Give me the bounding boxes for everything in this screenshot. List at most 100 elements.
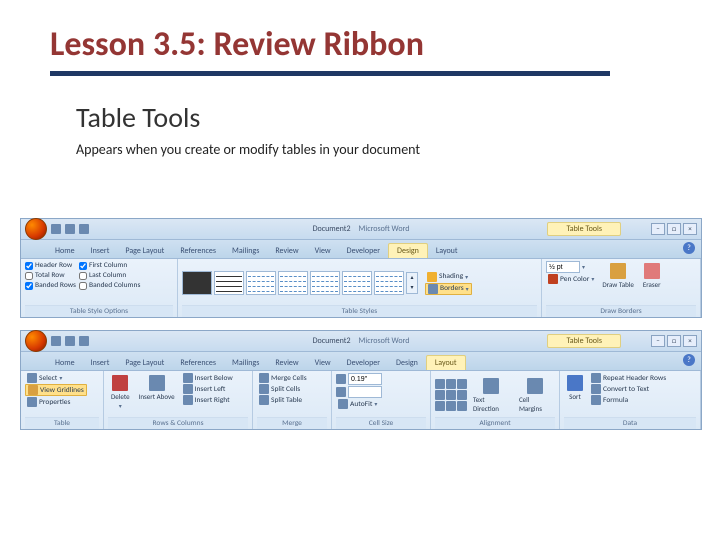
autofit-button[interactable]: AutoFit▾ (336, 399, 382, 409)
insert-below-icon (183, 373, 193, 383)
insert-left-button[interactable]: Insert Left (181, 384, 235, 394)
group-label-table-styles: Table Styles (182, 305, 537, 317)
tab-references[interactable]: References (172, 244, 224, 258)
text-direction-icon (483, 378, 499, 394)
group-label-merge: Merge (257, 417, 327, 429)
tab-home[interactable]: Home (47, 244, 83, 258)
help-icon[interactable]: ? (683, 354, 695, 366)
pen-color-button[interactable]: Pen Color▾ (546, 274, 596, 284)
row-height-input[interactable] (336, 373, 382, 385)
cell-margins-button[interactable]: Cell Margins (516, 376, 555, 415)
sort-button[interactable]: Sort (564, 373, 586, 403)
tab-layout[interactable]: Layout (428, 244, 466, 258)
insert-right-icon (183, 395, 193, 405)
title-bar: Document2 Microsoft Word Table Tools – □… (21, 331, 701, 352)
office-button-icon[interactable] (25, 218, 47, 240)
maximize-icon[interactable]: □ (667, 223, 681, 235)
tab-page-layout[interactable]: Page Layout (117, 244, 172, 258)
tab-mailings[interactable]: Mailings (224, 244, 267, 258)
table-style-gallery[interactable]: ▴▾ (182, 271, 418, 295)
borders-icon (428, 284, 438, 294)
tab-review[interactable]: Review (267, 356, 306, 370)
tab-references[interactable]: References (172, 356, 224, 370)
cell-margins-icon (527, 378, 543, 394)
convert-icon (591, 384, 601, 394)
insert-right-button[interactable]: Insert Right (181, 395, 235, 405)
maximize-icon[interactable]: □ (667, 335, 681, 347)
redo-icon[interactable] (79, 224, 89, 234)
word-window-design: Document2 Microsoft Word Table Tools – □… (20, 218, 702, 318)
chk-banded-rows[interactable]: Banded Rows (25, 281, 76, 290)
split-table-icon (259, 395, 269, 405)
group-label-alignment: Alignment (435, 417, 555, 429)
sort-icon (567, 375, 583, 391)
insert-left-icon (183, 384, 193, 394)
bucket-icon (427, 272, 437, 282)
eraser-button[interactable]: Eraser (640, 261, 664, 291)
app-name: Microsoft Word (359, 224, 410, 234)
draw-table-button[interactable]: Draw Table (599, 261, 636, 291)
insert-above-icon (149, 375, 165, 391)
width-icon (336, 387, 346, 397)
tab-layout[interactable]: Layout (426, 355, 466, 370)
close-icon[interactable]: × (683, 223, 697, 235)
office-button-icon[interactable] (25, 330, 47, 352)
convert-text-button[interactable]: Convert to Text (589, 384, 668, 394)
delete-button[interactable]: Delete▾ (108, 373, 133, 412)
text-direction-button[interactable]: Text Direction (470, 376, 513, 415)
tab-strip: Home Insert Page Layout References Maili… (21, 240, 701, 259)
undo-icon[interactable] (65, 224, 75, 234)
repeat-icon (591, 373, 601, 383)
help-icon[interactable]: ? (683, 242, 695, 254)
chk-last-column[interactable]: Last Column (79, 271, 140, 280)
chk-first-column[interactable]: First Column (79, 261, 140, 270)
insert-above-button[interactable]: Insert Above (136, 373, 178, 403)
tab-home[interactable]: Home (47, 356, 83, 370)
tab-insert[interactable]: Insert (83, 356, 118, 370)
tab-view[interactable]: View (307, 356, 339, 370)
slide-subtitle: Table Tools (76, 100, 670, 135)
tab-design[interactable]: Design (388, 356, 426, 370)
tab-page-layout[interactable]: Page Layout (117, 356, 172, 370)
properties-button[interactable]: Properties (25, 397, 87, 407)
tab-view[interactable]: View (307, 244, 339, 258)
save-icon[interactable] (51, 224, 61, 234)
chk-header-row[interactable]: Header Row (25, 261, 76, 270)
minimize-icon[interactable]: – (651, 335, 665, 347)
group-label-cell-size: Cell Size (336, 417, 426, 429)
split-table-button[interactable]: Split Table (257, 395, 309, 405)
alignment-grid[interactable] (435, 379, 467, 411)
redo-icon[interactable] (79, 336, 89, 346)
split-cells-button[interactable]: Split Cells (257, 384, 309, 394)
close-icon[interactable]: × (683, 335, 697, 347)
chk-total-row[interactable]: Total Row (25, 271, 76, 280)
merge-cells-button[interactable]: Merge Cells (257, 373, 309, 383)
repeat-header-button[interactable]: Repeat Header Rows (589, 373, 668, 383)
shading-button[interactable]: Shading▾ (425, 272, 472, 282)
tab-developer[interactable]: Developer (339, 356, 388, 370)
save-icon[interactable] (51, 336, 61, 346)
insert-below-button[interactable]: Insert Below (181, 373, 235, 383)
slide-description: Appears when you create or modify tables… (76, 141, 670, 158)
pen-weight-select[interactable]: ▾ (546, 261, 596, 273)
view-gridlines-button[interactable]: View Gridlines (25, 384, 87, 396)
select-button[interactable]: Select▾ (25, 373, 87, 383)
formula-button[interactable]: Formula (589, 395, 668, 405)
autofit-icon (338, 399, 348, 409)
borders-button[interactable]: Borders▾ (425, 283, 472, 295)
undo-icon[interactable] (65, 336, 75, 346)
tab-insert[interactable]: Insert (83, 244, 118, 258)
title-bar: Document2 Microsoft Word Table Tools – □… (21, 219, 701, 240)
tab-review[interactable]: Review (267, 244, 306, 258)
tab-mailings[interactable]: Mailings (224, 356, 267, 370)
tab-developer[interactable]: Developer (339, 244, 388, 258)
quick-access-toolbar (51, 224, 89, 234)
word-window-layout: Document2 Microsoft Word Table Tools – □… (20, 330, 702, 430)
minimize-icon[interactable]: – (651, 223, 665, 235)
formula-icon (591, 395, 601, 405)
document-name: Document2 (313, 336, 351, 346)
chk-banded-columns[interactable]: Banded Columns (79, 281, 140, 290)
tab-design[interactable]: Design (388, 243, 428, 258)
col-width-input[interactable] (336, 386, 382, 398)
tab-strip: Home Insert Page Layout References Maili… (21, 352, 701, 371)
